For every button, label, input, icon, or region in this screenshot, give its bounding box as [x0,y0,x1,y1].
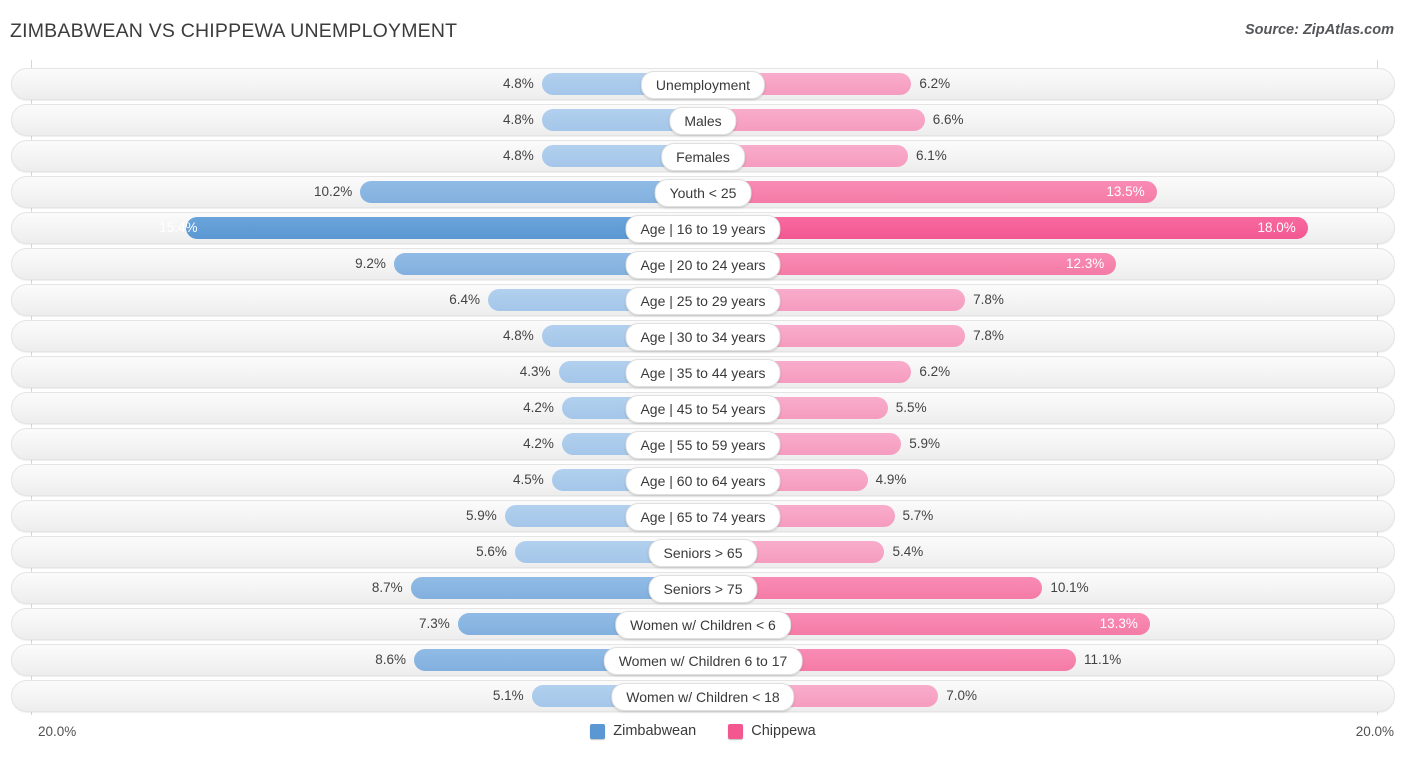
bar-value-zimbabwean: 8.6% [375,652,407,667]
bar-value-zimbabwean: 4.2% [523,400,554,415]
category-label: Youth < 25 [654,179,752,207]
legend-item-chippewa[interactable]: Chippewa [728,723,816,739]
bar-value-chippewa: 6.1% [915,148,947,163]
category-label: Age | 45 to 54 years [625,395,781,423]
bar-value-chippewa: 5.7% [902,508,934,523]
category-label: Seniors > 75 [648,575,758,603]
category-label: Age | 25 to 29 years [625,287,781,315]
bar-value-chippewa: 6.2% [919,76,951,91]
bar-value-chippewa: 11.1% [1083,652,1122,667]
chart-footer: 20.0% 20.0% Zimbabwean Chippewa [0,715,1406,757]
bar-value-zimbabwean: 5.9% [465,508,497,523]
category-label: Seniors > 65 [648,539,758,567]
bar-value-zimbabwean: 4.8% [502,148,534,163]
bar-value-zimbabwean: 15.4% [159,220,198,235]
bar-value-zimbabwean: 8.7% [371,580,403,595]
bar-chippewa[interactable] [703,217,1308,239]
bar-value-zimbabwean: 4.2% [523,436,554,451]
bar-value-chippewa: 18.0% [1257,220,1296,235]
bar-value-zimbabwean: 7.3% [418,616,450,631]
table-row: 4.2% 5.9% Age | 55 to 59 years [11,428,1395,460]
bar-value-chippewa: 13.5% [1106,184,1145,199]
bar-value-chippewa: 13.3% [1099,616,1138,631]
table-row: 5.9% 5.7% Age | 65 to 74 years [11,500,1395,532]
category-label: Age | 60 to 64 years [625,467,781,495]
table-row: 15.4% 18.0% Age | 16 to 19 years [11,212,1395,244]
table-row: 4.3% 6.2% Age | 35 to 44 years [11,356,1395,388]
bar-value-chippewa: 7.0% [946,688,977,703]
category-label: Males [669,107,737,135]
bar-value-chippewa: 7.8% [973,328,1004,343]
chart-legend: Zimbabwean Chippewa [0,723,1406,739]
bar-value-zimbabwean: 4.3% [519,364,551,379]
category-label: Females [661,143,745,171]
bar-value-zimbabwean: 4.8% [502,328,534,343]
bar-chippewa[interactable] [703,181,1157,203]
table-row: 10.2% 13.5% Youth < 25 [11,176,1395,208]
category-label: Women w/ Children 6 to 17 [603,647,803,675]
bar-value-chippewa: 6.2% [919,364,951,379]
bar-value-zimbabwean: 6.4% [449,292,480,307]
category-label: Age | 35 to 44 years [625,359,781,387]
bar-value-zimbabwean: 4.8% [502,76,534,91]
bar-value-chippewa: 6.6% [932,112,964,127]
table-row: 8.7% 10.1% Seniors > 75 [11,572,1395,604]
chart-header: ZIMBABWEAN VS CHIPPEWA UNEMPLOYMENT Sour… [0,0,1406,60]
bar-value-zimbabwean: 9.2% [355,256,386,271]
table-row: 4.8% 6.1% Females [11,140,1395,172]
bar-value-zimbabwean: 5.6% [476,544,507,559]
bar-value-zimbabwean: 4.8% [502,112,534,127]
table-row: 7.3% 13.3% Women w/ Children < 6 [11,608,1395,640]
bar-value-chippewa: 5.9% [909,436,941,451]
table-row: 5.1% 7.0% Women w/ Children < 18 [11,680,1395,712]
bar-value-chippewa: 12.3% [1065,256,1105,271]
category-label: Age | 65 to 74 years [625,503,781,531]
bar-value-chippewa: 5.4% [892,544,924,559]
bar-value-zimbabwean: 5.1% [492,688,524,703]
table-row: 4.8% 7.8% Age | 30 to 34 years [11,320,1395,352]
table-row: 4.2% 5.5% Age | 45 to 54 years [11,392,1395,424]
table-row: 5.6% 5.4% Seniors > 65 [11,536,1395,568]
category-label: Age | 55 to 59 years [625,431,781,459]
table-row: 6.4% 7.8% Age | 25 to 29 years [11,284,1395,316]
table-row: 4.8% 6.6% Males [11,104,1395,136]
bar-value-chippewa: 4.9% [875,472,907,487]
legend-swatch-icon [590,723,606,739]
table-row: 9.2% 12.3% Age | 20 to 24 years [11,248,1395,280]
category-label: Unemployment [640,71,766,99]
table-row: 8.6% 11.1% Women w/ Children 6 to 17 [11,644,1395,676]
table-row: 4.8% 6.2% Unemployment [11,68,1395,100]
chart-plot-area: 4.8% 6.2% Unemployment 4.8% 6.6% Males 4.8% 6.1… [0,60,1406,720]
category-label: Women w/ Children < 6 [615,611,791,639]
legend-swatch-icon [728,723,744,739]
legend-label: Zimbabwean [613,723,697,739]
legend-label: Chippewa [751,723,816,739]
bar-zimbabwean[interactable] [360,181,703,203]
bar-value-chippewa: 10.1% [1050,580,1089,595]
table-row: 4.5% 4.9% Age | 60 to 64 years [11,464,1395,496]
bar-value-zimbabwean: 10.2% [314,184,353,199]
bar-value-chippewa: 5.5% [895,400,927,415]
bar-value-zimbabwean: 4.5% [513,472,544,487]
page-title: ZIMBABWEAN VS CHIPPEWA UNEMPLOYMENT [10,20,458,42]
category-label: Age | 30 to 34 years [625,323,781,351]
category-label: Age | 20 to 24 years [625,251,781,279]
source-label: Source: ZipAtlas.com [1244,22,1394,38]
category-label: Age | 16 to 19 years [625,215,781,243]
category-label: Women w/ Children < 18 [611,683,795,711]
legend-item-zimbabwean[interactable]: Zimbabwean [590,723,696,739]
bar-value-chippewa: 7.8% [973,292,1004,307]
